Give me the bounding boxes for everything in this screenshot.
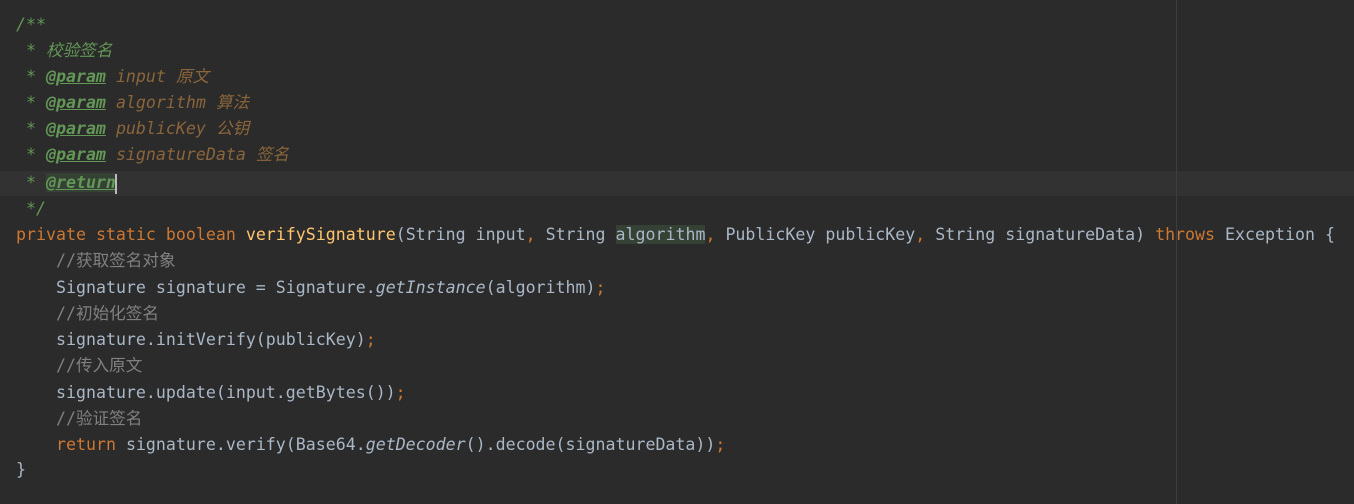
javadoc-star: * [16,41,46,60]
javadoc-return-tag: @return [45,173,116,192]
open-brace: { [1324,225,1335,244]
javadoc-param-desc: 公钥 [215,119,250,138]
code-line[interactable]: * @param signatureData 签名 [16,142,289,168]
param-name-highlighted: algorithm [615,225,706,244]
javadoc-param-desc: 算法 [215,93,250,112]
code-line[interactable]: * @param publicKey 公钥 [16,116,249,142]
exception-type: Exception [1225,225,1315,244]
param-type: String [405,225,466,244]
code-line[interactable]: * @param algorithm 算法 [16,90,249,116]
param-type: String [935,225,996,244]
code-line[interactable]: //传入原文 [56,353,142,379]
semicolon: ; [365,330,376,349]
javadoc-param-tag: @param [45,145,106,164]
code-line[interactable]: //验证签名 [56,406,142,432]
line-comment: //获取签名对象 [56,251,176,270]
code-line[interactable]: signature.initVerify(publicKey); [56,327,376,353]
keyword-throws: throws [1155,225,1216,244]
right-margin-guide [1176,0,1177,504]
javadoc-param-name: algorithm [115,93,206,112]
code-line[interactable]: } [16,457,26,483]
code-line[interactable]: signature.update(input.getBytes()); [56,380,406,406]
javadoc-open: /** [16,15,46,34]
param-type: String [545,225,606,244]
code-line[interactable]: */ [16,196,46,222]
javadoc-summary: 校验签名 [45,41,113,60]
code-editor[interactable]: /** * 校验签名 * @param input 原文 * @param al… [0,0,1354,504]
code-text: Signature signature = Signature. [56,278,376,297]
line-comment: //初始化签名 [56,304,159,323]
param-name: input [475,225,526,244]
method-name: verifySignature [245,225,396,244]
static-method-call: getDecoder [365,435,466,454]
javadoc-close: */ [16,199,46,218]
code-line[interactable]: * @return [16,170,117,196]
code-line[interactable]: * @param input 原文 [16,64,209,90]
semicolon: ; [595,278,606,297]
line-comment: //传入原文 [56,356,143,375]
code-text: signature.initVerify(publicKey) [56,330,366,349]
current-line-highlight [0,171,1354,196]
code-line[interactable]: private static boolean verifySignature(S… [16,222,1335,248]
close-brace: } [16,460,26,479]
text-caret [114,173,117,194]
param-name: publicKey [825,225,916,244]
javadoc-param-name: input [115,67,166,86]
keyword-boolean: boolean [165,225,236,244]
line-comment: //验证签名 [56,409,143,428]
semicolon: ; [715,435,726,454]
javadoc-param-tag: @param [45,93,106,112]
semicolon: ; [395,383,406,402]
code-line[interactable]: return signature.verify(Base64.getDecode… [56,432,725,458]
javadoc-param-tag: @param [45,67,106,86]
code-line[interactable]: Signature signature = Signature.getInsta… [56,275,606,301]
code-line[interactable]: //获取签名对象 [56,248,176,274]
keyword-private: private [16,225,86,244]
code-text: ().decode(signatureData)) [465,435,716,454]
static-method-call: getInstance [375,278,486,297]
keyword-static: static [95,225,156,244]
param-name: signatureData [1005,225,1136,244]
param-type: PublicKey [725,225,816,244]
code-line[interactable]: * 校验签名 [16,38,112,64]
code-line[interactable]: //初始化签名 [56,301,159,327]
code-text: (algorithm) [485,278,596,297]
javadoc-param-desc: 签名 [255,145,289,164]
keyword-return: return [56,435,116,454]
javadoc-param-name: publicKey [115,119,206,138]
javadoc-param-desc: 原文 [175,67,210,86]
javadoc-param-name: signatureData [115,145,246,164]
javadoc-param-tag: @param [45,119,106,138]
code-line[interactable]: /** [16,12,46,38]
code-text: signature.update(input.getBytes()) [56,383,396,402]
code-text: signature.verify(Base64. [115,435,366,454]
